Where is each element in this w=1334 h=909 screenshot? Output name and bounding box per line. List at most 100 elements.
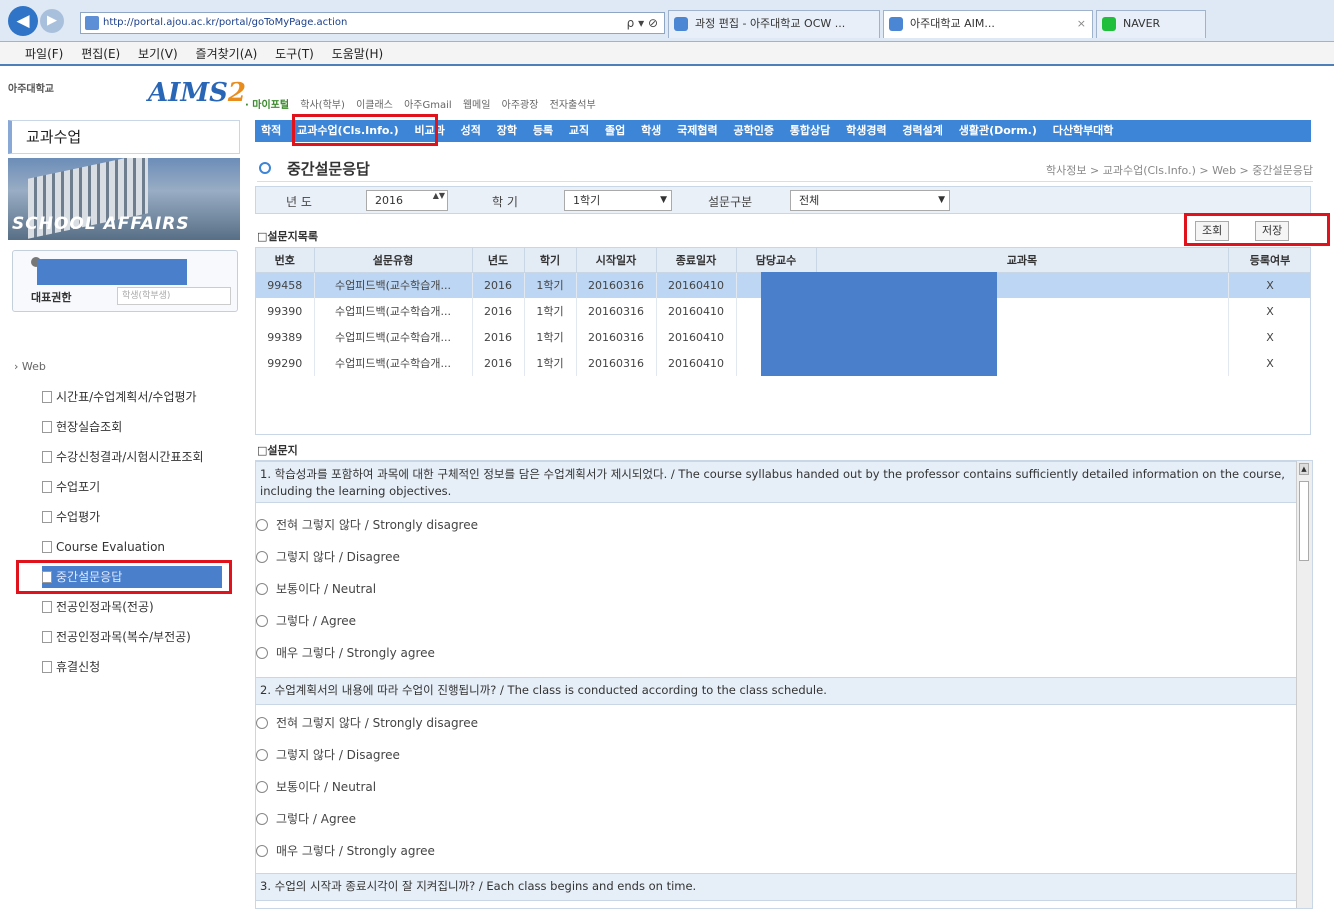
cell-year: 2016 [472,350,525,376]
tree-item-course-drop[interactable]: 수업포기 [42,476,100,498]
browser-tab-aims[interactable]: 아주대학교 AIM... × [883,10,1093,38]
tree-item-course-evaluation[interactable]: Course Evaluation [42,536,165,558]
role-select[interactable]: 학생(학부생) [117,287,231,305]
col-professor[interactable]: 담당교수 [736,248,817,273]
link-academic[interactable]: 학사(학부) [300,96,345,111]
year-spinner[interactable]: 2016 ▲▼ [366,190,448,211]
menu-favorites[interactable]: 즐겨찾기(A) [189,42,265,66]
radio-button[interactable] [256,647,268,659]
link-attendance[interactable]: 전자출석부 [550,96,596,111]
radio-option[interactable]: 매우 그렇다 / Strongly agree [256,641,435,665]
tree-label: 수업평가 [56,510,101,524]
question-2: 2. 수업계획서의 내용에 따라 수업이 진행됩니까? / The class … [256,677,1296,705]
question-3: 3. 수업의 시작과 종료시각이 잘 지켜집니까? / Each class b… [256,873,1296,901]
col-course[interactable]: 교과목 [816,248,1229,273]
logo-area[interactable]: 아주대학교 AIMS2 [8,76,246,116]
col-registered[interactable]: 등록여부 [1228,248,1310,273]
radio-option[interactable]: 전혀 그렇지 않다 / Strongly disagree [256,711,478,735]
col-number[interactable]: 번호 [256,248,315,273]
radio-button[interactable] [256,813,268,825]
menu-view[interactable]: 보기(V) [131,42,185,66]
tree-item-field-practice[interactable]: 현장실습조회 [42,416,122,438]
tree-item-timetable[interactable]: 시간표/수업계획서/수업평가 [42,386,197,408]
survey-type-select[interactable]: 전체 ▼ [790,190,950,211]
option-label: 그렇다 / Agree [276,614,357,628]
nav-student[interactable]: 학생 [635,120,667,142]
radio-button[interactable] [256,615,268,627]
nav-scholarship[interactable]: 장학 [491,120,523,142]
cell-survey-type: 수업피드백(교수학습개... [314,298,473,324]
tree-label: 시간표/수업계획서/수업평가 [56,390,197,404]
link-gmail[interactable]: 아주Gmail [404,96,452,111]
nav-record[interactable]: 학적 [255,120,287,142]
page-icon [42,511,52,523]
menu-tools[interactable]: 도구(T) [268,42,321,66]
col-end-date[interactable]: 종료일자 [656,248,737,273]
radio-button[interactable] [256,749,268,761]
radio-button[interactable] [256,583,268,595]
nav-counseling[interactable]: 통합상담 [784,120,836,142]
nav-career-design[interactable]: 경력설계 [896,120,948,142]
link-my-portal[interactable]: · 마이포털 [245,96,289,111]
radio-option[interactable]: 매우 그렇다 / Strongly agree [256,839,435,863]
highlight-box-class-info [292,114,438,146]
radio-option[interactable]: 전혀 그렇지 않다 / Strongly disagree [256,513,478,537]
browser-tab-naver[interactable]: NAVER [1096,10,1206,38]
col-start-date[interactable]: 시작일자 [576,248,657,273]
term-select[interactable]: 1학기 ▼ [564,190,672,211]
menu-help[interactable]: 도움말(H) [325,42,391,66]
redacted-user-name [37,259,187,285]
chevron-down-icon[interactable]: ▼ [660,191,667,210]
menu-file[interactable]: 파일(F) [18,42,70,66]
scroll-thumb[interactable] [1299,481,1309,561]
menu-edit[interactable]: 편집(E) [74,42,127,66]
breadcrumb: 학사정보 > 교과수업(Cls.Info.) > Web > 중간설문응답 [1046,164,1313,177]
tree-item-course-review[interactable]: 수업평가 [42,506,100,528]
nav-grades[interactable]: 성적 [455,120,487,142]
cell-term: 1학기 [524,350,577,376]
radio-button[interactable] [256,519,268,531]
radio-option[interactable]: 그렇다 / Agree [256,807,356,831]
nav-dasan-college[interactable]: 다산학부대학 [1047,120,1120,142]
radio-option[interactable]: 보통이다 / Neutral [256,577,376,601]
nav-graduation[interactable]: 졸업 [599,120,631,142]
close-tab-icon[interactable]: × [1077,11,1086,37]
chevron-down-icon[interactable]: ▼ [938,191,945,210]
search-refresh-icon[interactable]: ρ ▾ ⊘ [627,13,658,33]
nav-teaching[interactable]: 교직 [563,120,595,142]
col-year[interactable]: 년도 [472,248,525,273]
scroll-up-icon[interactable]: ▲ [1299,463,1309,475]
link-webmail[interactable]: 웹메일 [463,96,491,111]
tree-item-absence-request[interactable]: 휴결신청 [42,656,100,678]
link-eclass[interactable]: 이클래스 [356,96,393,111]
nav-abeek[interactable]: 공학인증 [727,120,779,142]
spinner-arrows-icon[interactable]: ▲▼ [433,192,445,200]
vertical-scrollbar[interactable]: ▲ [1296,461,1312,908]
radio-option[interactable]: 보통이다 / Neutral [256,775,376,799]
col-term[interactable]: 학기 [524,248,577,273]
address-bar[interactable]: http://portal.ajou.ac.kr/portal/goToMyPa… [80,12,665,34]
tree-item-major-courses[interactable]: 전공인정과목(전공) [42,596,154,618]
logo-number: 2 [227,78,246,108]
radio-button[interactable] [256,717,268,729]
link-plaza[interactable]: 아주광장 [502,96,539,111]
survey-grid: 번호 설문유형 년도 학기 시작일자 종료일자 담당교수 교과목 등록여부 99… [255,247,1311,435]
radio-option[interactable]: 그렇지 않다 / Disagree [256,743,400,767]
radio-option[interactable]: 그렇지 않다 / Disagree [256,545,400,569]
browser-tab-ocw[interactable]: 과정 편집 - 아주대학교 OCW ... [668,10,880,38]
radio-option[interactable]: 그렇다 / Agree [256,609,356,633]
radio-button[interactable] [256,551,268,563]
col-survey-type[interactable]: 설문유형 [314,248,473,273]
nav-tuition[interactable]: 등록 [527,120,559,142]
radio-button[interactable] [256,845,268,857]
tree-label: 수업포기 [56,480,101,494]
nav-student-career[interactable]: 학생경력 [840,120,892,142]
tree-item-registration-result[interactable]: 수강신청결과/시험시간표조회 [42,446,204,468]
forward-arrow-icon[interactable]: ▶ [40,9,64,33]
back-arrow-icon[interactable]: ◀ [8,6,38,36]
tree-root-web[interactable]: › Web [14,360,46,373]
tree-item-double-major-courses[interactable]: 전공인정과목(복수/부전공) [42,626,191,648]
nav-international[interactable]: 국제협력 [671,120,723,142]
radio-button[interactable] [256,781,268,793]
nav-dorm[interactable]: 생활관(Dorm.) [953,120,1043,142]
